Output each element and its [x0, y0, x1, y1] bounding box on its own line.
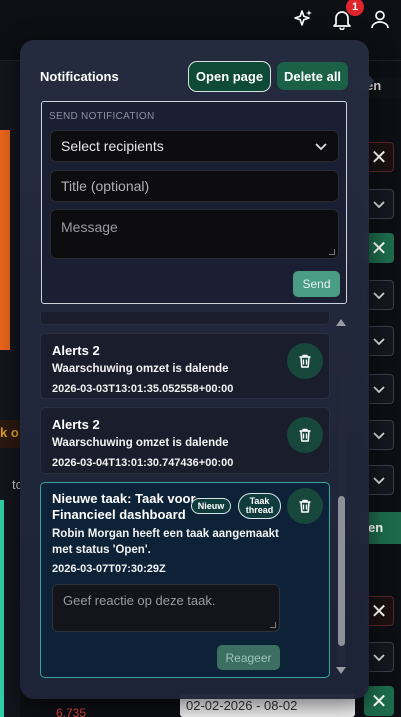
user-icon[interactable]	[369, 8, 391, 30]
notification-timestamp: 2026-03-04T13:01:30.747436+00:00	[52, 457, 234, 469]
reply-textarea[interactable]: Geef reactie op deze taak.	[52, 584, 280, 632]
task-title: Nieuwe taak: Taak voor Financieel dashbo…	[52, 491, 196, 523]
resize-handle-icon[interactable]	[270, 622, 276, 628]
new-badge: Nieuw	[191, 498, 231, 514]
list-item: Alerts 2 Waarschuwing omzet is dalende 2…	[40, 333, 330, 399]
bg-value: 6.735	[56, 706, 87, 717]
resize-handle-icon[interactable]	[329, 249, 335, 255]
scroll-up-arrow-icon[interactable]	[336, 319, 346, 326]
bg-orange-accent	[0, 130, 10, 350]
task-thread-badge[interactable]: Taak thread	[238, 493, 281, 519]
notification-timestamp: 2026-03-03T13:01:35.052558+00:00	[52, 383, 234, 395]
bg-partial-text: k o	[0, 425, 19, 440]
bg-teal-bar	[0, 500, 4, 717]
notifications-panel: Notifications Open page Delete all SEND …	[20, 40, 375, 699]
panel-title: Notifications	[40, 69, 119, 84]
scroll-down-arrow-icon[interactable]	[336, 667, 346, 674]
trash-icon[interactable]	[287, 343, 323, 379]
notification-title: Alerts 2	[52, 343, 100, 358]
task-message-line1: Robin Morgan heeft een taak aangemaakt	[52, 528, 279, 540]
chevron-down-icon	[314, 139, 328, 156]
message-textarea[interactable]: Message	[50, 209, 339, 259]
notification-message: Waarschuwing omzet is dalende	[52, 437, 229, 449]
trash-icon[interactable]	[287, 417, 323, 453]
reply-button[interactable]: Reageer	[217, 645, 280, 670]
task-title-line1: Nieuwe taak: Taak voor	[52, 491, 196, 506]
notification-list[interactable]: Alerts 2 Waarschuwing omzet is dalende 2…	[40, 312, 352, 680]
send-section-label: SEND NOTIFICATION	[49, 111, 155, 122]
reply-placeholder: Geef reactie op deze taak.	[63, 593, 216, 608]
task-timestamp: 2026-03-07T07:30:29Z	[52, 563, 166, 575]
recipients-select[interactable]: Select recipients	[50, 130, 339, 162]
scrollbar-thumb[interactable]	[338, 496, 345, 646]
task-message: Robin Morgan heeft een taak aangemaakt m…	[52, 526, 279, 558]
open-page-button[interactable]: Open page	[188, 61, 271, 92]
delete-all-button[interactable]: Delete all	[277, 62, 348, 90]
list-item	[40, 312, 330, 325]
notification-message: Waarschuwing omzet is dalende	[52, 363, 229, 375]
close-icon: ✕	[364, 686, 394, 716]
notification-scrollbar[interactable]	[335, 318, 347, 676]
task-title-line2: Financieel dashboard	[52, 507, 186, 522]
send-notification-form: SEND NOTIFICATION Select recipients Titl…	[41, 101, 347, 304]
message-placeholder: Message	[61, 219, 118, 235]
task-message-line2: met status 'Open'.	[52, 544, 151, 556]
recipients-placeholder: Select recipients	[61, 138, 164, 154]
send-button[interactable]: Send	[293, 271, 340, 297]
list-item: Alerts 2 Waarschuwing omzet is dalende 2…	[40, 407, 330, 474]
notification-title: Alerts 2	[52, 417, 100, 432]
sparkle-icon[interactable]	[292, 8, 314, 30]
title-input[interactable]: Title (optional)	[50, 170, 339, 202]
list-item-task: Nieuwe taak: Taak voor Financieel dashbo…	[40, 482, 330, 678]
thread-badge-line2: thread	[245, 505, 274, 515]
trash-icon[interactable]	[287, 488, 323, 524]
